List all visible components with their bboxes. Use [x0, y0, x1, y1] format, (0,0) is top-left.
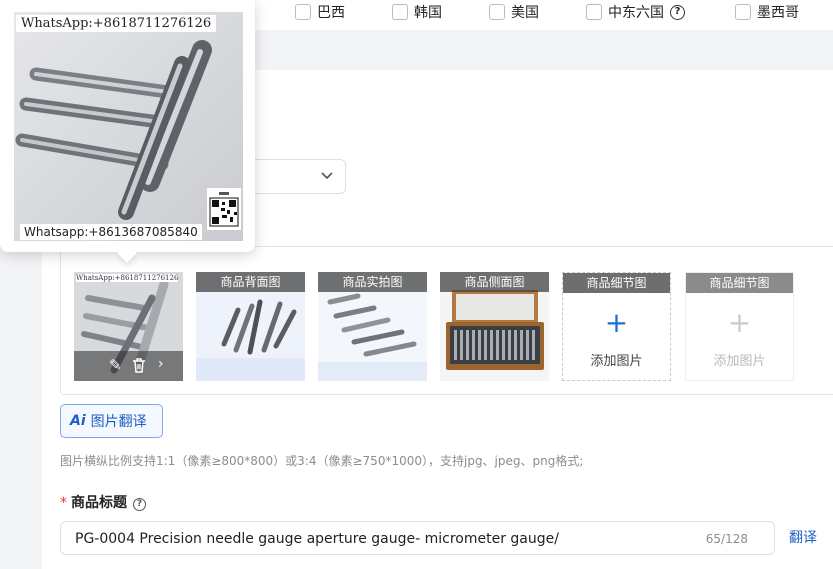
checkbox-box[interactable]: [392, 4, 408, 20]
region-label: 中东六国: [608, 5, 664, 21]
slot-label: 商品实拍图: [318, 272, 427, 292]
whatsapp-watermark-bottom: Whatsapp:+8613687085840: [20, 224, 202, 240]
image-slot-main[interactable]: WhatsApp:+8618711276126 ✎ ›: [74, 272, 183, 381]
region-label: 墨西哥: [757, 5, 799, 21]
checkbox-box[interactable]: [586, 4, 602, 20]
edit-icon[interactable]: ✎: [109, 356, 122, 374]
image-requirements-hint: 图片横纵比例支持1:1（像素≥800*800）或3:4（像素≥750*1000）…: [60, 454, 584, 468]
whatsapp-watermark-top: WhatsApp:+8618711276126: [16, 15, 217, 32]
slot-label: 商品细节图: [563, 273, 670, 293]
add-image-label: 添加图片: [713, 354, 766, 369]
image-slot-detail-add[interactable]: 商品细节图 + 添加图片: [562, 272, 671, 381]
chevron-down-icon: [321, 172, 333, 180]
help-icon[interactable]: ?: [670, 4, 685, 20]
slot-label: 商品背面图: [196, 272, 305, 292]
region-label: 巴西: [317, 5, 345, 21]
required-mark: *: [60, 495, 67, 511]
product-title-text: 商品标题: [71, 495, 127, 511]
slot-label: 商品侧面图: [440, 272, 549, 292]
region-checkbox-mexico[interactable]: 墨西哥: [735, 3, 799, 21]
char-counter: 65/128: [705, 532, 748, 546]
preview-image: WhatsApp:+8618711276126: [14, 12, 243, 241]
slot-label: 商品细节图: [686, 273, 793, 293]
image-slot-detail-disabled: 商品细节图 + 添加图片: [685, 272, 794, 381]
region-checkbox-brazil[interactable]: 巴西: [295, 3, 345, 21]
product-title-label: * 商品标题?: [60, 492, 146, 512]
image-slot-real-shot[interactable]: 商品实拍图: [318, 272, 427, 381]
translate-link[interactable]: 翻译: [789, 527, 817, 547]
plus-icon: +: [604, 306, 629, 339]
ai-translate-label: 图片翻译: [90, 414, 147, 430]
region-label: 美国: [511, 5, 539, 21]
watermark-text: WhatsApp:+8618711276126: [76, 274, 179, 282]
qr-code-icon: [207, 188, 241, 230]
image-slot-back[interactable]: 商品背面图: [196, 272, 305, 381]
checkbox-box[interactable]: [295, 4, 311, 20]
product-title-input[interactable]: PG-0004 Precision needle gauge aperture …: [60, 521, 775, 555]
region-checkbox-middle-east[interactable]: 中东六国 ?: [586, 3, 685, 21]
delete-icon[interactable]: [132, 358, 146, 373]
image-slot-side[interactable]: 商品侧面图: [440, 272, 549, 381]
product-title-value[interactable]: PG-0004 Precision needle gauge aperture …: [75, 531, 559, 547]
help-icon[interactable]: ?: [133, 498, 146, 511]
ai-icon: Ai: [70, 413, 86, 429]
chevron-right-icon[interactable]: ›: [158, 356, 164, 372]
region-label: 韩国: [414, 5, 442, 21]
checkbox-box[interactable]: [489, 4, 505, 20]
region-checkbox-usa[interactable]: 美国: [489, 3, 539, 21]
ai-image-translate-button[interactable]: Ai 图片翻译: [60, 404, 163, 438]
add-image-label: 添加图片: [590, 354, 643, 369]
checkbox-box[interactable]: [735, 4, 751, 20]
plus-icon: +: [727, 306, 752, 339]
region-checkbox-korea[interactable]: 韩国: [392, 3, 442, 21]
image-hover-toolbar: ✎ ›: [74, 351, 183, 381]
image-preview-popup: WhatsApp:+8618711276126 Whatsapp:+861368…: [0, 0, 255, 252]
